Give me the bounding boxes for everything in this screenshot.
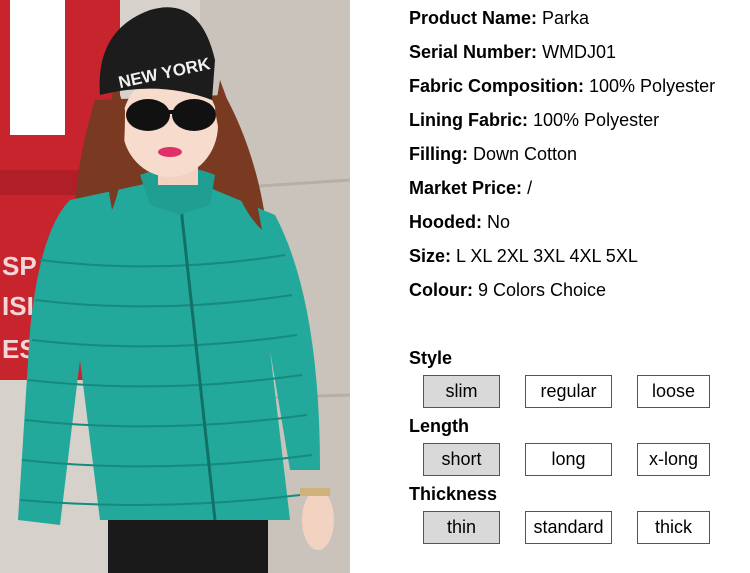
- sign-text-2: ISI: [2, 291, 34, 321]
- spec-size: Size: L XL 2XL 3XL 4XL 5XL: [409, 246, 638, 266]
- thickness-option-thin[interactable]: thin: [423, 511, 500, 544]
- spec-colour: Colour: 9 Colors Choice: [409, 280, 607, 300]
- model-illustration: SP ISI ES NEW YORK: [0, 0, 350, 573]
- product-photo: SP ISI ES NEW YORK: [0, 0, 350, 573]
- spec-hooded: Hooded: No: [409, 212, 511, 232]
- thickness-option-standard[interactable]: standard: [525, 511, 612, 544]
- sign-text-1: SP: [2, 251, 37, 281]
- spec-fabric-composition: Fabric Composition: 100% Polyester: [409, 76, 716, 96]
- style-option-loose[interactable]: loose: [637, 375, 710, 408]
- length-option-long[interactable]: long: [525, 443, 612, 476]
- thickness-title: Thickness: [409, 484, 498, 504]
- style-option-regular[interactable]: regular: [525, 375, 612, 408]
- spec-market-price: Market Price: /: [409, 178, 533, 198]
- spec-serial-number: Serial Number: WMDJ01: [409, 42, 617, 62]
- style-title: Style: [409, 348, 453, 368]
- thickness-option-thick[interactable]: thick: [637, 511, 710, 544]
- spec-lining-fabric: Lining Fabric: 100% Polyester: [409, 110, 660, 130]
- length-option-x-long[interactable]: x-long: [637, 443, 710, 476]
- jacket-shape: [18, 175, 320, 525]
- spec-filling: Filling: Down Cotton: [409, 144, 578, 164]
- style-option-slim[interactable]: slim: [423, 375, 500, 408]
- length-option-short[interactable]: short: [423, 443, 500, 476]
- length-title: Length: [409, 416, 469, 436]
- spec-product-name: Product Name: Parka: [409, 8, 590, 28]
